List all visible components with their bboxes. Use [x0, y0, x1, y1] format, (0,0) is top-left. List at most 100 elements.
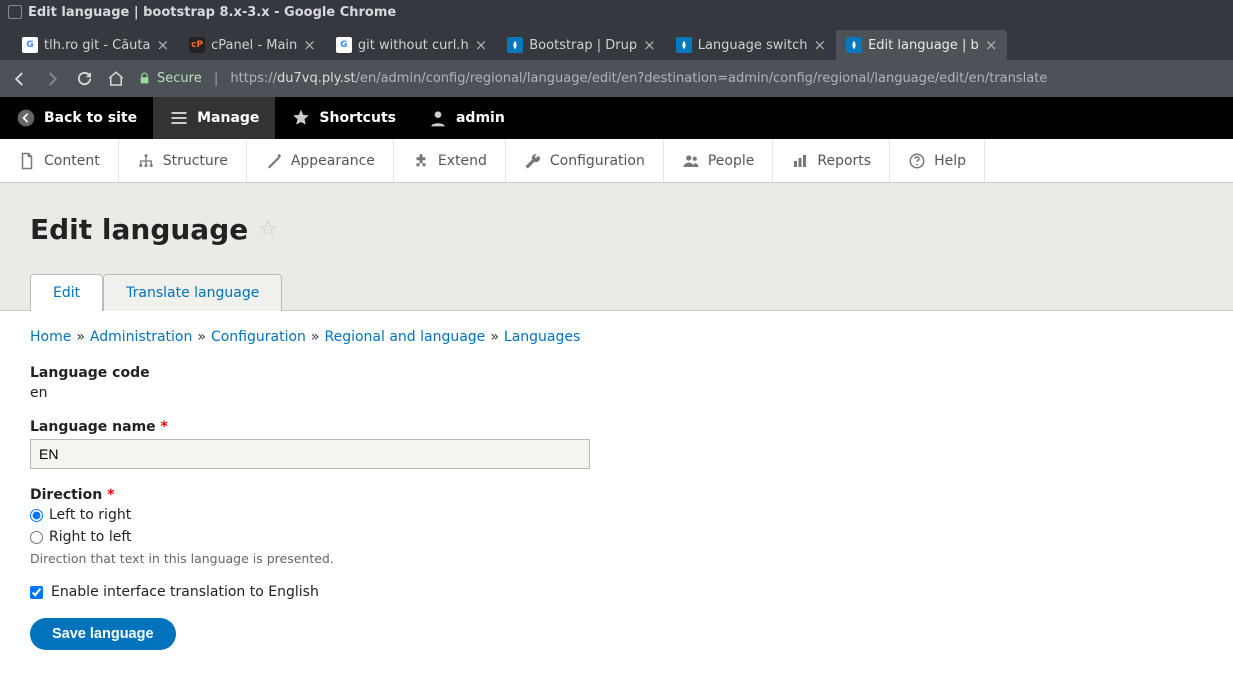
toolbar-shortcuts-label: Shortcuts: [319, 110, 396, 126]
nav-back-button[interactable]: [10, 69, 30, 89]
admin-menu-label: Extend: [438, 153, 487, 169]
toolbar-manage[interactable]: Manage: [153, 97, 275, 139]
tab-favicon: G: [22, 37, 38, 53]
extend-icon: [412, 152, 430, 170]
browser-tab[interactable]: Language switch ×: [666, 30, 836, 60]
breadcrumb-link[interactable]: Configuration: [211, 329, 306, 345]
toolbar-back-to-site[interactable]: Back to site: [0, 97, 153, 139]
breadcrumb-link[interactable]: Administration: [90, 329, 192, 345]
direction-radio-ltr[interactable]: [30, 509, 43, 522]
direction-radio-rtl-label: Right to left: [49, 529, 132, 545]
breadcrumb-separator: »: [490, 329, 499, 345]
form-item-language-name: Language name *: [30, 419, 1203, 469]
language-code-label: Language code: [30, 365, 1203, 381]
toolbar-user[interactable]: admin: [412, 97, 521, 139]
url-separator: |: [214, 71, 219, 87]
tab-title: Language switch: [698, 38, 808, 53]
reports-icon: [791, 152, 809, 170]
admin-menu-label: People: [708, 153, 755, 169]
admin-menu-label: Content: [44, 153, 100, 169]
tab-close-icon[interactable]: ×: [475, 36, 488, 54]
admin-menu-configuration[interactable]: Configuration: [506, 139, 664, 182]
language-code-value: en: [30, 385, 1203, 401]
tab-close-icon[interactable]: ×: [157, 36, 170, 54]
admin-menu-extend[interactable]: Extend: [394, 139, 506, 182]
back-icon: [16, 108, 36, 128]
toolbar-user-label: admin: [456, 110, 505, 126]
admin-menu-appearance[interactable]: Appearance: [247, 139, 394, 182]
browser-tab[interactable]: cPcPanel - Main×: [179, 30, 326, 60]
star-icon: [291, 108, 311, 128]
tab-favicon: [676, 37, 692, 53]
admin-menu-label: Appearance: [291, 153, 375, 169]
direction-radio-rtl[interactable]: [30, 531, 43, 544]
enable-translation-checkbox[interactable]: [30, 586, 43, 599]
primary-tab[interactable]: Edit: [30, 274, 103, 311]
language-name-label: Language name *: [30, 419, 1203, 435]
page-title: Edit language: [30, 213, 248, 246]
direction-option-0[interactable]: Left to right: [30, 507, 1203, 523]
app-icon: [8, 5, 22, 19]
admin-menu-help[interactable]: Help: [890, 139, 985, 182]
breadcrumb-separator: »: [311, 329, 320, 345]
url-display[interactable]: https://du7vq.ply.st/en/admin/config/reg…: [230, 71, 1047, 86]
wrench-icon: [524, 152, 542, 170]
breadcrumb-separator: »: [76, 329, 85, 345]
toolbar-back-label: Back to site: [44, 110, 137, 126]
save-language-button[interactable]: Save language: [30, 618, 176, 650]
help-icon: [908, 152, 926, 170]
enable-translation-label: Enable interface translation to English: [51, 584, 319, 600]
tab-favicon: cP: [189, 37, 205, 53]
toolbar-shortcuts[interactable]: Shortcuts: [275, 97, 412, 139]
breadcrumb-separator: »: [197, 329, 206, 345]
tab-close-icon[interactable]: ×: [643, 36, 656, 54]
admin-menu-label: Configuration: [550, 153, 645, 169]
language-name-input[interactable]: [30, 439, 590, 469]
form-item-direction: Direction * Left to right Right to left …: [30, 487, 1203, 566]
breadcrumb-link[interactable]: Languages: [504, 329, 580, 345]
breadcrumb-link[interactable]: Regional and language: [324, 329, 485, 345]
toolbar-manage-label: Manage: [197, 110, 259, 126]
admin-menu-content[interactable]: Content: [0, 139, 119, 182]
admin-menu: Content Structure Appearance Extend Configur…: [0, 139, 1233, 183]
favorite-star-icon[interactable]: ☆: [258, 217, 278, 242]
browser-tabstrip: Gtlh.ro git - Căuta×cPcPanel - Main×Ggit…: [0, 24, 1233, 60]
content-region: Home»Administration»Configuration»Region…: [0, 311, 1233, 690]
appearance-icon: [265, 152, 283, 170]
tab-title: git without curl.h: [358, 38, 469, 53]
structure-icon: [137, 152, 155, 170]
direction-label: Direction *: [30, 487, 1203, 503]
primary-tab[interactable]: Translate language: [103, 274, 282, 311]
admin-menu-reports[interactable]: Reports: [773, 139, 890, 182]
direction-option-1[interactable]: Right to left: [30, 529, 1203, 545]
tab-title: tlh.ro git - Căuta: [44, 38, 151, 53]
nav-reload-button[interactable]: [74, 69, 94, 89]
tab-close-icon[interactable]: ×: [985, 36, 998, 54]
page-header: Edit language ☆ EditTranslate language: [0, 183, 1233, 311]
browser-tab[interactable]: Ggit without curl.h ×: [326, 30, 497, 60]
admin-menu-people[interactable]: People: [664, 139, 774, 182]
hamburger-icon: [169, 108, 189, 128]
user-icon: [428, 108, 448, 128]
form-item-language-code: Language code en: [30, 365, 1203, 401]
direction-radio-ltr-label: Left to right: [49, 507, 131, 523]
enable-translation-row[interactable]: Enable interface translation to English: [30, 584, 1203, 600]
browser-tab[interactable]: Bootstrap | Drup×: [497, 30, 665, 60]
window-title: Edit language | bootstrap 8.x-3.x - Goog…: [28, 5, 396, 20]
tab-favicon: G: [336, 37, 352, 53]
browser-tab[interactable]: Gtlh.ro git - Căuta ×: [12, 30, 179, 60]
lock-icon: [138, 72, 151, 85]
breadcrumb-link[interactable]: Home: [30, 329, 71, 345]
breadcrumb: Home»Administration»Configuration»Region…: [30, 329, 1203, 345]
tab-favicon: [507, 37, 523, 53]
file-icon: [18, 152, 36, 170]
nav-forward-button[interactable]: [42, 69, 62, 89]
browser-tab[interactable]: Edit language | b×: [836, 30, 1007, 60]
admin-menu-label: Help: [934, 153, 966, 169]
nav-home-button[interactable]: [106, 69, 126, 89]
admin-menu-structure[interactable]: Structure: [119, 139, 247, 182]
window-titlebar: Edit language | bootstrap 8.x-3.x - Goog…: [0, 0, 1233, 24]
tab-close-icon[interactable]: ×: [814, 36, 827, 54]
admin-toolbar: Back to site Manage Shortcuts admin: [0, 97, 1233, 139]
tab-close-icon[interactable]: ×: [303, 36, 316, 54]
